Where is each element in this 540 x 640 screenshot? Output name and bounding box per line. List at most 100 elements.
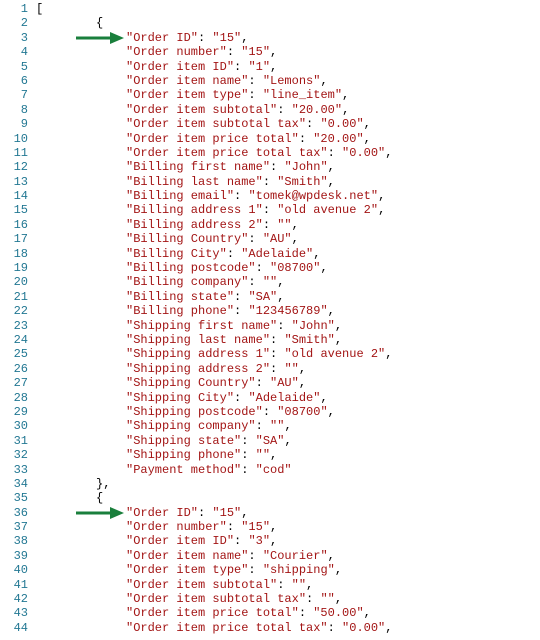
comma: , <box>385 621 392 635</box>
code-line: "Order item subtotal tax": "", <box>36 592 540 606</box>
comma: , <box>299 376 306 390</box>
colon: : <box>263 218 277 232</box>
code-area[interactable]: [{"Order ID": "15","Order number": "15",… <box>36 0 540 640</box>
line-number: 38 <box>0 534 28 548</box>
code-line: "Billing Country": "AU", <box>36 232 540 246</box>
code-line: "Order item ID": "1", <box>36 60 540 74</box>
json-key: "Billing address 2" <box>126 218 263 232</box>
line-number: 14 <box>0 189 28 203</box>
comma: , <box>342 103 349 117</box>
json-key: "Order item type" <box>126 88 248 102</box>
code-line: "Order item price total tax": "0.00", <box>36 621 540 635</box>
code-line: "Billing last name": "Smith", <box>36 175 540 189</box>
json-value: "Smith" <box>277 175 327 189</box>
json-key: "Billing City" <box>126 247 227 261</box>
comma: , <box>364 606 371 620</box>
line-number: 5 <box>0 60 28 74</box>
comma: , <box>320 261 327 275</box>
json-value: "Lemons" <box>263 74 321 88</box>
colon: : <box>227 45 241 59</box>
comma: , <box>270 448 277 462</box>
comma: , <box>284 419 291 433</box>
json-key: "Billing company" <box>126 275 248 289</box>
code-line: "Billing first name": "John", <box>36 160 540 174</box>
line-number: 27 <box>0 376 28 390</box>
line-number: 42 <box>0 592 28 606</box>
colon: : <box>198 31 212 45</box>
line-number: 9 <box>0 117 28 131</box>
json-key: "Shipping address 2" <box>126 362 270 376</box>
json-value: "1" <box>248 60 270 74</box>
json-key: "Order item subtotal" <box>126 103 277 117</box>
json-key: "Shipping postcode" <box>126 405 263 419</box>
colon: : <box>299 606 313 620</box>
json-key: "Billing phone" <box>126 304 234 318</box>
line-number: 28 <box>0 391 28 405</box>
json-value: "Courier" <box>263 549 328 563</box>
code-line: "Billing state": "SA", <box>36 290 540 304</box>
code-line: "Order item ID": "3", <box>36 534 540 548</box>
json-value: "" <box>292 578 306 592</box>
line-number: 40 <box>0 563 28 577</box>
colon: : <box>306 592 320 606</box>
brace: { <box>96 491 103 505</box>
colon: : <box>241 448 255 462</box>
comma: , <box>299 362 306 376</box>
code-line: "Shipping state": "SA", <box>36 434 540 448</box>
json-key: "Order item subtotal tax" <box>126 117 306 131</box>
code-line: "Shipping company": "", <box>36 419 540 433</box>
line-number: 4 <box>0 45 28 59</box>
json-key: "Order item subtotal" <box>126 578 277 592</box>
line-number: 12 <box>0 160 28 174</box>
json-value: "tomek@wpdesk.net" <box>248 189 378 203</box>
code-line: "Billing company": "", <box>36 275 540 289</box>
comma: , <box>328 304 335 318</box>
code-line: "Shipping City": "Adelaide", <box>36 391 540 405</box>
comma: , <box>270 520 277 534</box>
comma: , <box>292 218 299 232</box>
comma: , <box>364 117 371 131</box>
code-line: "Billing postcode": "08700", <box>36 261 540 275</box>
json-value: "20.00" <box>292 103 342 117</box>
colon: : <box>256 261 270 275</box>
json-value: "Adelaide" <box>248 391 320 405</box>
colon: : <box>270 333 284 347</box>
colon: : <box>256 419 270 433</box>
colon: : <box>234 304 248 318</box>
line-number: 44 <box>0 621 28 635</box>
json-key: "Order item type" <box>126 563 248 577</box>
code-line: "Shipping first name": "John", <box>36 319 540 333</box>
json-value: "08700" <box>270 261 320 275</box>
comma: , <box>270 45 277 59</box>
line-number: 7 <box>0 88 28 102</box>
line-number: 36 <box>0 506 28 520</box>
line-number: 41 <box>0 578 28 592</box>
json-key: "Order item name" <box>126 74 248 88</box>
json-value: "old avenue 2" <box>284 347 385 361</box>
comma: , <box>378 203 385 217</box>
code-line: "Billing address 2": "", <box>36 218 540 232</box>
line-number: 3 <box>0 31 28 45</box>
code-line: "Order item name": "Courier", <box>36 549 540 563</box>
json-key: "Shipping company" <box>126 419 256 433</box>
comma: , <box>378 189 385 203</box>
code-line: "Shipping postcode": "08700", <box>36 405 540 419</box>
colon: : <box>277 578 291 592</box>
line-number: 35 <box>0 491 28 505</box>
line-number: 8 <box>0 103 28 117</box>
comma: , <box>270 534 277 548</box>
colon: : <box>248 74 262 88</box>
json-key: "Shipping first name" <box>126 319 277 333</box>
line-number: 6 <box>0 74 28 88</box>
code-line: "Billing address 1": "old avenue 2", <box>36 203 540 217</box>
comma: , <box>306 578 313 592</box>
colon: : <box>270 347 284 361</box>
line-number: 29 <box>0 405 28 419</box>
json-key: "Billing email" <box>126 189 234 203</box>
comma: , <box>241 31 248 45</box>
colon: : <box>328 146 342 160</box>
line-number: 16 <box>0 218 28 232</box>
code-line: "Order item price total tax": "0.00", <box>36 146 540 160</box>
json-key: "Order item price total tax" <box>126 621 328 635</box>
code-line: "Billing phone": "123456789", <box>36 304 540 318</box>
